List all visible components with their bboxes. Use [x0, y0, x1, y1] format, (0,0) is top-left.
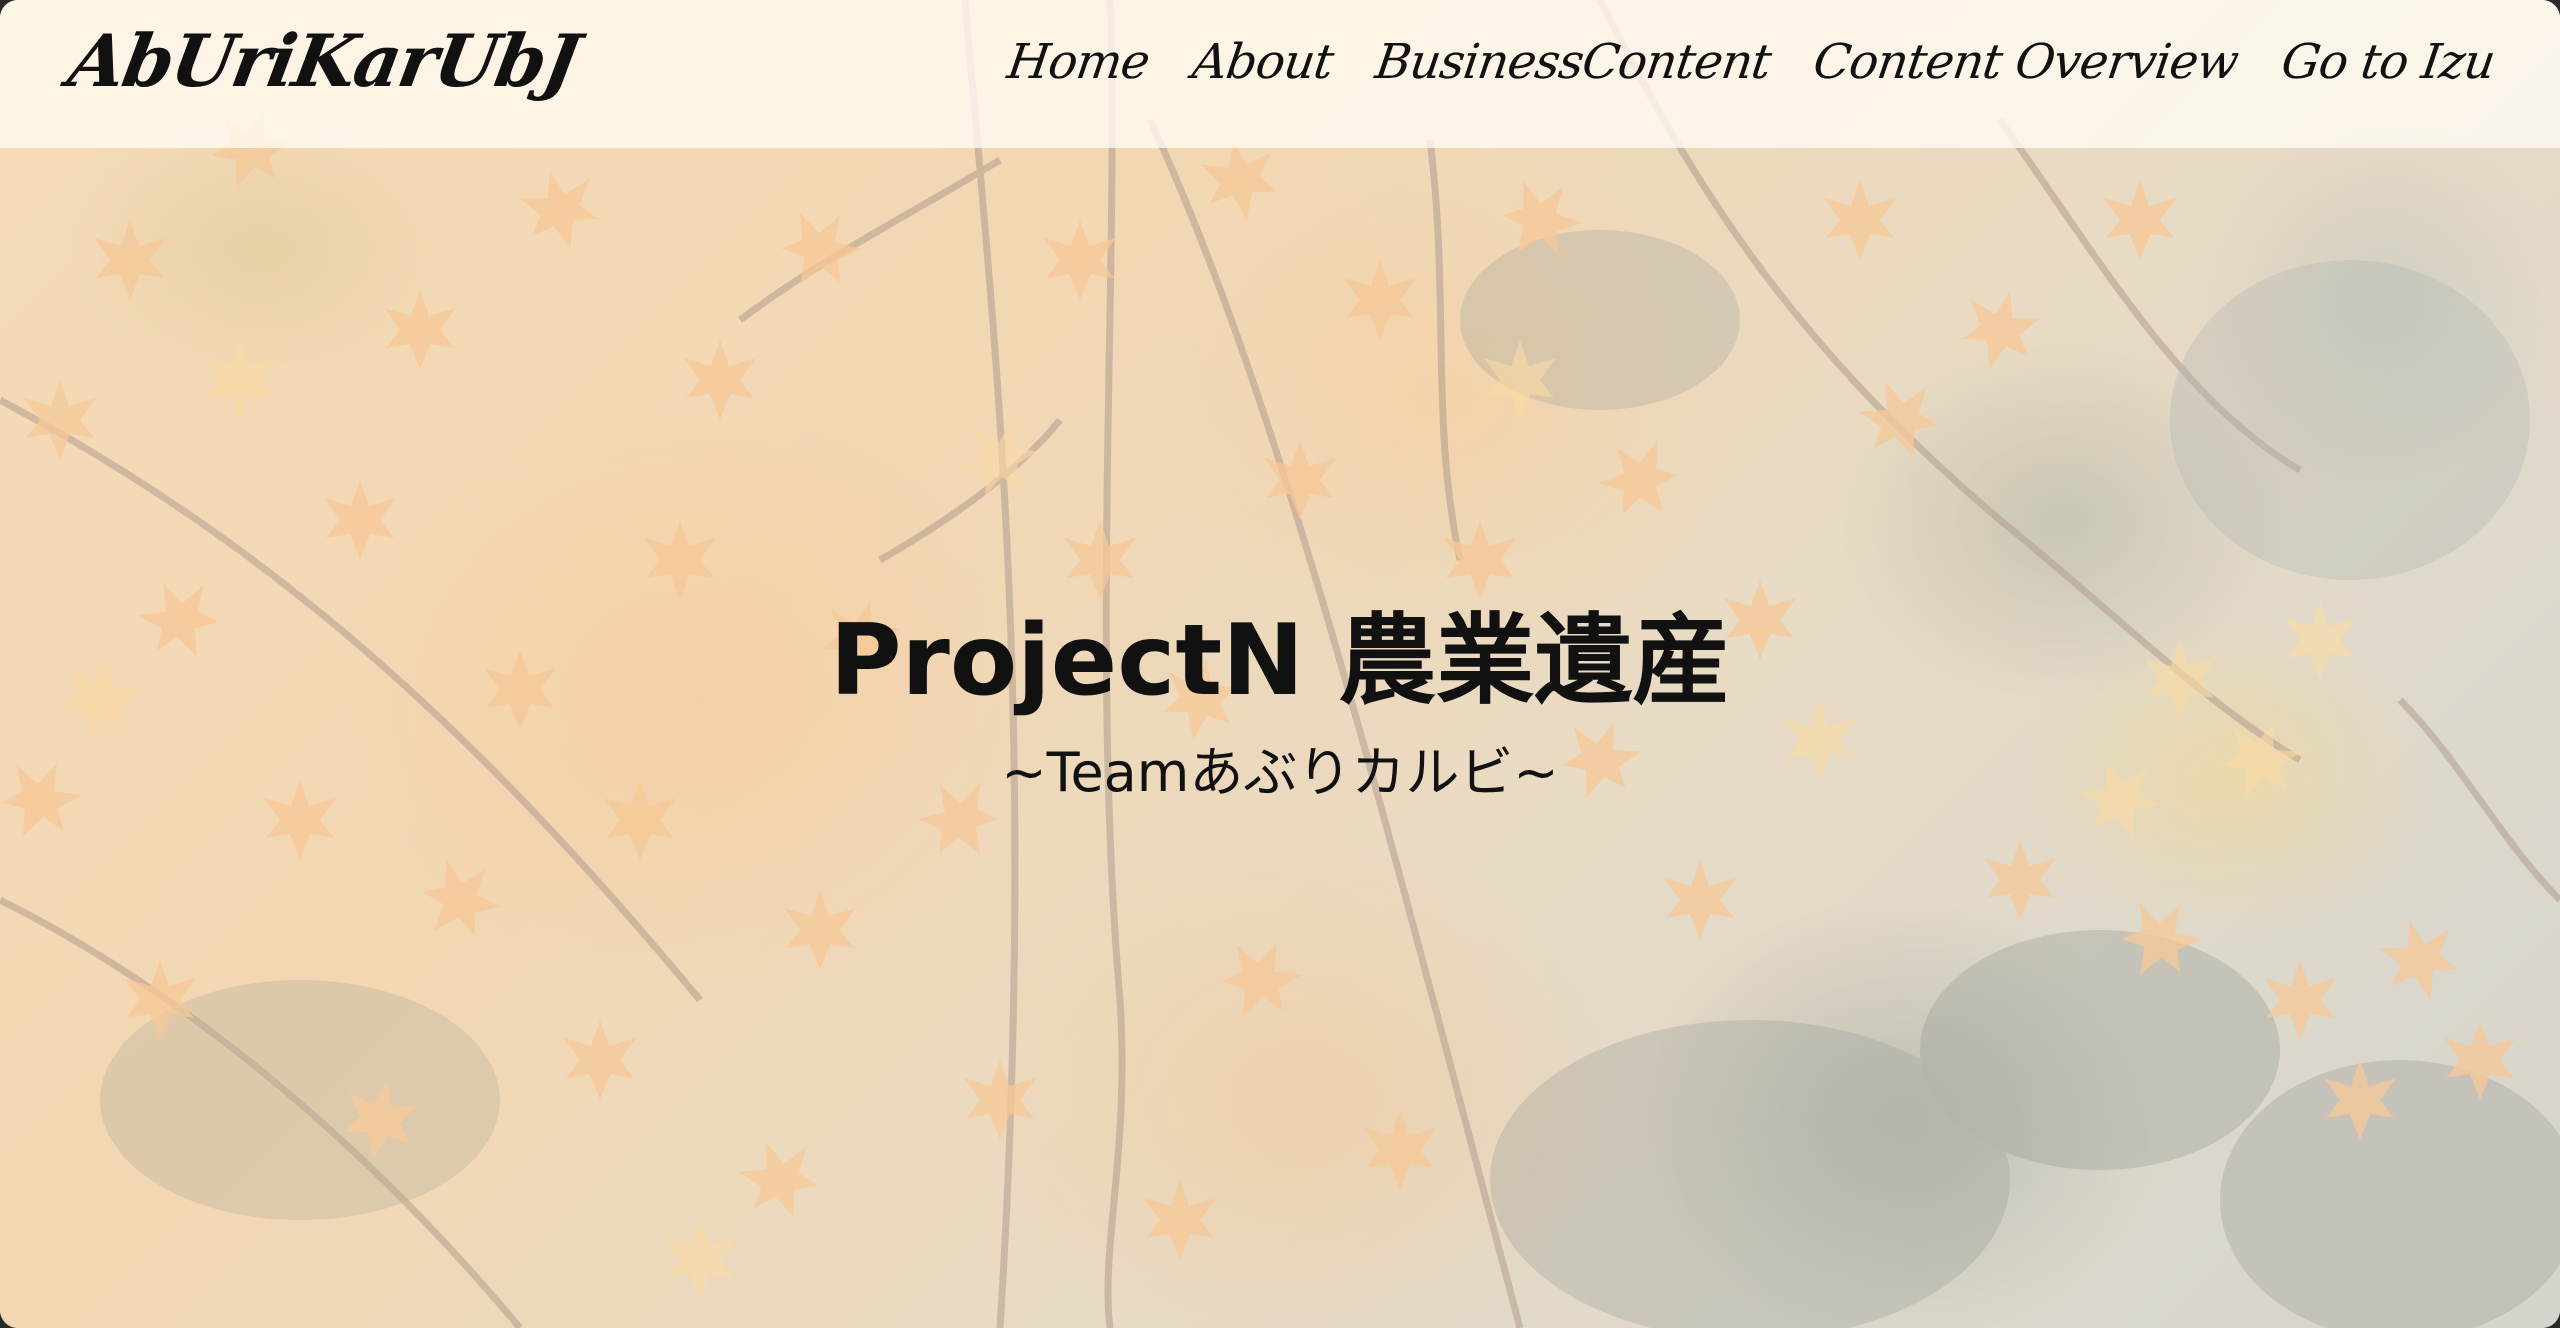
hero-title: ProjectN 農業遺産	[829, 603, 1731, 718]
nav-link-home[interactable]: Home	[1004, 34, 1153, 90]
site-header: AbUriKarUbJ Home About BusinessContent C…	[0, 0, 2560, 148]
nav-link-business-content[interactable]: BusinessContent	[1372, 34, 1774, 90]
nav-link-about[interactable]: About	[1189, 34, 1336, 90]
hero-subtitle: ~Teamあぶりカルビ~	[1001, 741, 1559, 804]
browser-window: AbUriKarUbJ Home About BusinessContent C…	[0, 0, 2560, 1328]
main-nav: Home About BusinessContent Content Overv…	[1004, 34, 2498, 90]
nav-link-content-overview[interactable]: Content Overview	[1810, 34, 2241, 90]
nav-link-go-to-izu[interactable]: Go to Izu	[2278, 34, 2498, 90]
site-logo[interactable]: AbUriKarUbJ	[63, 18, 585, 103]
